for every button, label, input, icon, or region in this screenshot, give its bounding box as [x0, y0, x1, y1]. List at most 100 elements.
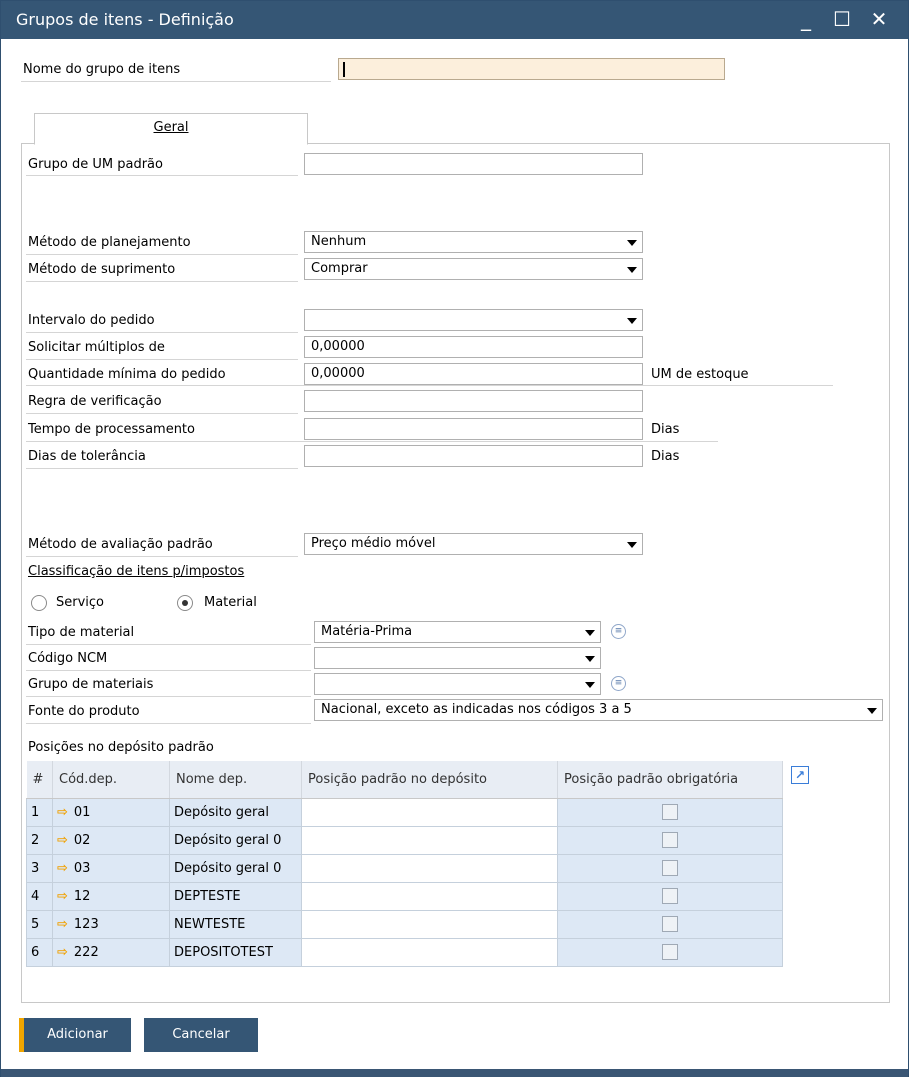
link-arrow-icon[interactable]: ⇨ [57, 861, 68, 876]
chevron-down-icon [627, 542, 637, 548]
divider [26, 254, 298, 255]
link-arrow-icon[interactable]: ⇨ [57, 917, 68, 932]
procurement-method-label: Método de suprimento [28, 262, 176, 277]
mandatory-bin-cell[interactable] [557, 937, 783, 967]
column-header[interactable]: Posição padrão obrigatória [557, 761, 783, 799]
link-arrow-icon[interactable]: ⇨ [57, 889, 68, 904]
material-group-select[interactable] [314, 673, 601, 695]
mandatory-checkbox[interactable] [662, 832, 678, 848]
lead-time-input[interactable] [304, 418, 643, 440]
link-arrow-icon[interactable]: ⇨ [57, 945, 68, 960]
default-bin-cell[interactable] [301, 853, 558, 883]
default-bin-cell[interactable] [301, 937, 558, 967]
radio-service-label[interactable]: Serviço [56, 595, 104, 610]
warehouse-code-cell[interactable]: ⇨ 02 [52, 825, 170, 855]
warehouse-code-cell[interactable]: ⇨ 12 [52, 881, 170, 911]
check-rule-input[interactable] [304, 390, 643, 412]
mandatory-bin-cell[interactable] [557, 881, 783, 911]
title-bar[interactable]: Grupos de itens - Definição _ ☐ ✕ [1, 1, 908, 39]
order-interval-select[interactable] [304, 309, 643, 331]
mandatory-bin-cell[interactable] [557, 825, 783, 855]
column-header[interactable]: # [26, 761, 53, 799]
warehouse-name: DEPTESTE [169, 881, 302, 911]
ncm-code-label: Código NCM [28, 651, 108, 666]
warehouse-code-cell[interactable]: ⇨ 222 [52, 937, 170, 967]
cancel-button[interactable]: Cancelar [144, 1018, 258, 1052]
expand-icon[interactable]: ↗ [791, 766, 809, 784]
row-number: 3 [26, 853, 53, 883]
valuation-method-select[interactable]: Preço médio móvel [304, 533, 643, 555]
table-row[interactable]: 5 ⇨ 123 NEWTESTE [26, 909, 783, 939]
column-header[interactable]: Cód.dep. [52, 761, 170, 799]
mandatory-bin-cell[interactable] [557, 797, 783, 827]
radio-material[interactable] [177, 595, 193, 611]
default-bin-cell[interactable] [301, 881, 558, 911]
divider [26, 468, 298, 469]
material-type-select[interactable]: Matéria-Prima [314, 621, 601, 643]
window-title: Grupos de itens - Definição [16, 10, 234, 29]
list-icon[interactable]: ≡ [611, 624, 626, 639]
material-type-label: Tipo de material [28, 625, 135, 640]
warehouse-name: Depósito geral 0 [169, 853, 302, 883]
default-bin-cell[interactable] [301, 797, 558, 827]
product-source-value: Nacional, exceto as indicadas nos código… [321, 702, 632, 717]
divider [26, 281, 298, 282]
radio-selected-dot [182, 600, 188, 606]
divider [26, 175, 298, 176]
radio-service[interactable] [31, 595, 47, 611]
tolerance-days-input[interactable] [304, 445, 643, 467]
mandatory-checkbox[interactable] [662, 860, 678, 876]
chevron-down-icon [627, 267, 637, 273]
procurement-method-select[interactable]: Comprar [304, 258, 643, 280]
product-source-select[interactable]: Nacional, exceto as indicadas nos código… [314, 699, 883, 721]
mandatory-bin-cell[interactable] [557, 909, 783, 939]
mandatory-checkbox[interactable] [662, 944, 678, 960]
product-source-label: Fonte do produto [28, 704, 140, 719]
column-header[interactable]: Nome dep. [169, 761, 302, 799]
ncm-code-select[interactable] [314, 647, 601, 669]
planning-method-select[interactable]: Nenhum [304, 231, 643, 253]
chevron-down-icon [867, 708, 877, 714]
tab-geral[interactable]: Geral [34, 113, 308, 145]
table-row[interactable]: 1 ⇨ 01 Depósito geral [26, 797, 783, 827]
column-header[interactable]: Posição padrão no depósito [301, 761, 558, 799]
warehouse-code-cell[interactable]: ⇨ 123 [52, 909, 170, 939]
close-icon[interactable]: ✕ [864, 5, 894, 35]
divider [26, 413, 298, 414]
chevron-down-icon [627, 318, 637, 324]
list-icon[interactable]: ≡ [611, 676, 626, 691]
default-bin-cell[interactable] [301, 825, 558, 855]
warehouse-name: Depósito geral [169, 797, 302, 827]
mandatory-checkbox[interactable] [662, 804, 678, 820]
table-row[interactable]: 4 ⇨ 12 DEPTESTE [26, 881, 783, 911]
divider [26, 644, 311, 645]
warehouse-name: DEPOSITOTEST [169, 937, 302, 967]
link-arrow-icon[interactable]: ⇨ [57, 833, 68, 848]
bin-locations-label: Posições no depósito padrão [28, 740, 214, 755]
mandatory-checkbox[interactable] [662, 916, 678, 932]
warehouse-code-cell[interactable]: ⇨ 03 [52, 853, 170, 883]
min-order-qty-input[interactable]: 0,00000 [304, 363, 643, 385]
chevron-down-icon [585, 656, 595, 662]
table-row[interactable]: 6 ⇨ 222 DEPOSITOTEST [26, 937, 783, 967]
minimize-icon[interactable]: _ [791, 5, 821, 35]
order-multiple-input[interactable]: 0,00000 [304, 336, 643, 358]
radio-material-label[interactable]: Material [204, 595, 257, 610]
group-name-input[interactable] [338, 58, 725, 80]
add-button[interactable]: Adicionar [19, 1018, 131, 1052]
uom-group-input[interactable] [304, 153, 643, 175]
mandatory-checkbox[interactable] [662, 888, 678, 904]
divider [26, 385, 833, 386]
table-header-row: # Cód.dep. Nome dep. Posição padrão no d… [26, 761, 783, 799]
warehouse-code-cell[interactable]: ⇨ 01 [52, 797, 170, 827]
link-arrow-icon[interactable]: ⇨ [57, 805, 68, 820]
maximize-icon[interactable]: ☐ [827, 5, 857, 35]
default-bin-cell[interactable] [301, 909, 558, 939]
min-order-qty-unit: UM de estoque [651, 367, 749, 382]
table-row[interactable]: 2 ⇨ 02 Depósito geral 0 [26, 825, 783, 855]
divider [26, 670, 311, 671]
table-row[interactable]: 3 ⇨ 03 Depósito geral 0 [26, 853, 783, 883]
mandatory-bin-cell[interactable] [557, 853, 783, 883]
dialog-window: Grupos de itens - Definição _ ☐ ✕ Nome d… [0, 0, 909, 1077]
lead-time-unit: Dias [651, 422, 680, 437]
